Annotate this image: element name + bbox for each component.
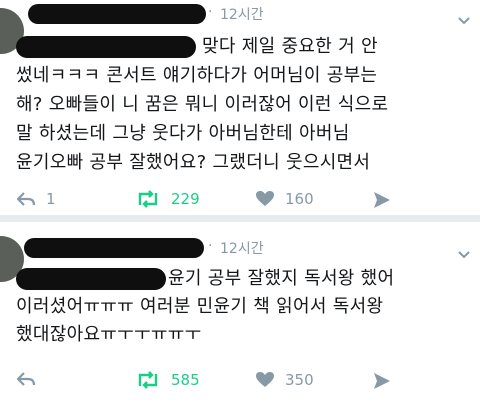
retweet-icon bbox=[135, 371, 161, 389]
direct-message-icon bbox=[372, 190, 392, 210]
direct-message-icon bbox=[372, 371, 392, 391]
retweet-icon bbox=[135, 190, 161, 208]
redacted-mention bbox=[16, 268, 166, 290]
reply-count: 1 bbox=[46, 190, 56, 208]
retweet-count: 229 bbox=[171, 190, 200, 208]
like-button[interactable]: 160 bbox=[255, 190, 314, 208]
tweet-text-line: 했대잖아요ㅠㅜㅜㅠㅠㅜ bbox=[16, 324, 202, 345]
like-count: 350 bbox=[285, 371, 314, 389]
tweet-2[interactable]: · 12시간 윤기 공부 잘했지 독서왕 했어 이러셨어ㅠㅠㅠ 여러분 민윤기 … bbox=[0, 222, 480, 406]
chevron-down-icon[interactable] bbox=[458, 10, 470, 25]
reply-icon bbox=[16, 191, 36, 207]
retweet-button[interactable]: 585 bbox=[135, 371, 200, 389]
tweet-text-line: 말 하셨는데 그냥 웃다가 아버님한테 아버님 bbox=[16, 123, 350, 144]
like-icon bbox=[255, 190, 275, 208]
retweet-button[interactable]: 229 bbox=[135, 190, 200, 208]
direct-message-button[interactable] bbox=[372, 371, 392, 391]
redacted-mention bbox=[16, 36, 196, 58]
retweet-count: 585 bbox=[171, 371, 200, 389]
like-count: 160 bbox=[285, 190, 314, 208]
tweet-text-line: 윤기오빠 공부 잘했어요? 그랬더니 웃으시면서 bbox=[16, 152, 371, 173]
meta-separator: · bbox=[208, 238, 213, 254]
reply-button[interactable]: 1 bbox=[16, 190, 56, 208]
like-icon bbox=[255, 371, 275, 389]
reply-icon bbox=[16, 371, 36, 387]
reply-button[interactable] bbox=[16, 371, 46, 387]
tweet-1[interactable]: · 12시간 맞다 제일 중요한 거 안 썼네ㅋㅋㅋ 콘서트 얘기하다가 어머님… bbox=[0, 0, 480, 215]
chevron-down-icon[interactable] bbox=[458, 244, 470, 259]
tweet-text-line: 이러셨어ㅠㅠㅠ 여러분 민윤기 책 읽어서 독서왕 bbox=[16, 296, 384, 317]
tweet-separator bbox=[0, 215, 480, 222]
redacted-username bbox=[24, 238, 204, 258]
tweet-text-line: 윤기 공부 잘했지 독서왕 했어 bbox=[168, 268, 395, 289]
like-button[interactable]: 350 bbox=[255, 371, 314, 389]
direct-message-button[interactable] bbox=[372, 190, 392, 210]
meta-separator: · bbox=[208, 4, 213, 20]
tweet-actions: 585 350 bbox=[0, 371, 480, 395]
tweet-text-line: 해? 오빠들이 니 꿈은 뭐니 이러잖어 이런 식으로 bbox=[16, 94, 389, 115]
tweet-timestamp[interactable]: 12시간 bbox=[220, 238, 264, 258]
tweet-text-line: 맞다 제일 중요한 거 안 bbox=[202, 36, 378, 57]
redacted-username bbox=[28, 4, 206, 24]
tweet-text-line: 썼네ㅋㅋㅋ 콘서트 얘기하다가 어머님이 공부는 bbox=[16, 65, 378, 86]
tweet-actions: 1 229 160 bbox=[0, 190, 480, 214]
tweet-timestamp[interactable]: 12시간 bbox=[220, 4, 264, 24]
